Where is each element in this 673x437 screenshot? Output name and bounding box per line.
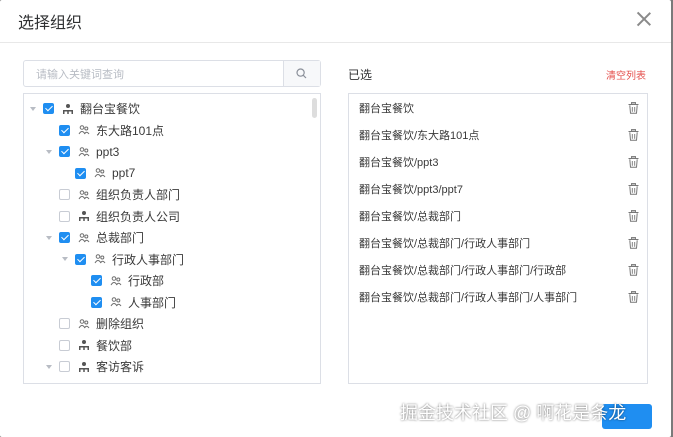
tree-node-label: 人事部门 (128, 295, 177, 310)
tree-node[interactable]: 删除组织 (46, 313, 144, 334)
dialog-header: 选择组织 (0, 0, 671, 43)
trash-icon[interactable] (628, 129, 639, 141)
expand-arrow-icon[interactable] (30, 106, 36, 111)
people-icon (110, 296, 122, 308)
org-tree-icon (78, 361, 90, 373)
selected-item-path: 翻台宝餐饮/总裁部门/行政人事部门/行政部 (359, 265, 567, 277)
tree-node-checkbox[interactable] (75, 167, 86, 179)
tree-node[interactable]: 行政人事部门 (62, 249, 184, 270)
selected-item-path: 翻台宝餐饮/总裁部门 (359, 211, 462, 223)
tree-node-label: 行政人事部门 (112, 252, 185, 267)
tree-node-checkbox[interactable] (59, 318, 70, 329)
trash-icon[interactable] (628, 291, 639, 303)
tree-node[interactable]: 总裁部门 (46, 227, 144, 248)
trash-icon[interactable] (628, 210, 639, 222)
search-button[interactable] (283, 61, 320, 86)
tree-node[interactable]: ppt3 (46, 141, 119, 162)
selected-item: 翻台宝餐饮/ppt3/ppt7 (359, 179, 639, 199)
people-icon (78, 189, 90, 201)
tree-node[interactable]: 组织负责人部门 (46, 184, 180, 205)
selected-item: 翻台宝餐饮/总裁部门/行政人事部门/人事部门 (359, 287, 639, 307)
selected-item-path: 翻台宝餐饮/ppt3 (359, 157, 439, 169)
people-icon (78, 146, 90, 158)
tree-node-checkbox[interactable] (59, 232, 70, 243)
tree-node-checkbox[interactable] (91, 296, 102, 308)
tree-node-checkbox[interactable] (59, 124, 70, 136)
tree-node-checkbox[interactable] (59, 339, 70, 351)
dialog-title: 选择组织 (18, 15, 83, 32)
tree-node-checkbox[interactable] (59, 361, 70, 372)
search-input[interactable] (34, 65, 278, 85)
selected-item: 翻台宝餐饮/ppt3 (359, 152, 639, 172)
tree-node-label: 餐饮部 (96, 338, 133, 353)
tree-node-label: 删除组织 (96, 317, 145, 331)
tree-node-label: 翻台宝餐饮 (80, 102, 141, 116)
expand-arrow-icon[interactable] (46, 149, 52, 154)
people-icon (94, 253, 106, 265)
tree-node-checkbox[interactable] (59, 146, 70, 157)
people-icon (78, 232, 90, 244)
tree-node-label: 组织负责人部门 (96, 188, 181, 202)
tree-node[interactable]: 翻台宝餐饮 (30, 98, 140, 119)
search-icon (296, 68, 307, 79)
expand-arrow-icon[interactable] (62, 257, 68, 261)
selected-item-path: 翻台宝餐饮 (359, 103, 414, 115)
tree-node-label: 行政部 (128, 274, 165, 288)
people-icon (110, 275, 122, 287)
close-icon[interactable] (635, 10, 653, 28)
selected-item: 翻台宝餐饮/总裁部门/行政人事部门 (359, 233, 639, 253)
tree-node[interactable]: 人事部门 (78, 292, 176, 313)
selected-item-path: 翻台宝餐饮/总裁部门/行政人事部门 (359, 238, 531, 250)
tree-node-checkbox[interactable] (59, 189, 70, 200)
tree-node-label: 东大路101点 (96, 123, 165, 138)
expand-arrow-icon[interactable] (46, 364, 52, 369)
trash-icon[interactable] (628, 102, 639, 114)
selected-item-path: 翻台宝餐饮/ppt3/ppt7 (359, 184, 463, 196)
clear-list-link[interactable]: 清空列表 (606, 67, 646, 82)
tree-node-checkbox[interactable] (75, 253, 86, 265)
org-tree-icon (78, 339, 90, 351)
org-tree-icon (62, 103, 74, 115)
tree-node-checkbox[interactable] (43, 103, 54, 114)
selected-item-path: 翻台宝餐饮/东大路101点 (359, 130, 480, 142)
org-tree-icon (78, 210, 90, 222)
select-organization-dialog: 选择组织 翻台宝餐饮东大路101点 ppt3 ppt7 组织负责人部门组织负责人公司总… (0, 0, 671, 437)
tree-node[interactable]: 行政部 (78, 270, 164, 291)
tree-node[interactable]: ppt7 (62, 163, 135, 184)
tree-node-checkbox[interactable] (91, 275, 102, 286)
tree-node-checkbox[interactable] (59, 210, 70, 222)
trash-icon[interactable] (628, 156, 639, 168)
tree-node[interactable]: 东大路101点 (46, 120, 164, 141)
people-icon (94, 167, 106, 179)
tree-node[interactable]: 客访客诉 (46, 356, 144, 377)
tree-scrollbar[interactable] (312, 98, 317, 118)
search-box (23, 60, 321, 87)
trash-icon[interactable] (628, 264, 639, 276)
tree-node-label: 总裁部门 (96, 231, 145, 245)
expand-arrow-icon[interactable] (46, 235, 52, 240)
tree-node-label: ppt3 (96, 144, 120, 159)
selected-item: 翻台宝餐饮/东大路101点 (359, 125, 639, 145)
selected-item: 翻台宝餐饮 (359, 98, 639, 118)
tree-node-label: 客访客诉 (96, 360, 145, 374)
selected-item-path: 翻台宝餐饮/总裁部门/行政人事部门/人事部门 (359, 292, 578, 304)
tree-node[interactable]: 组织负责人公司 (46, 206, 180, 227)
tree-node-label: 组织负责人公司 (96, 209, 181, 224)
tree-node-label: ppt7 (112, 166, 136, 180)
trash-icon[interactable] (628, 237, 639, 249)
selected-item: 翻台宝餐饮/总裁部门 (359, 206, 639, 226)
watermark: 掘金技术社区 @ 啊花是条龙 (400, 403, 627, 423)
tree-node[interactable]: 餐饮部 (46, 335, 132, 356)
trash-icon[interactable] (628, 183, 639, 195)
people-icon (78, 124, 90, 136)
selected-label: 已选 (348, 68, 373, 82)
people-icon (78, 318, 90, 330)
selected-item: 翻台宝餐饮/总裁部门/行政人事部门/行政部 (359, 260, 639, 280)
selected-list: 翻台宝餐饮翻台宝餐饮/东大路101点 翻台宝餐饮/ppt3 翻台宝餐饮/ppt3/p… (348, 93, 648, 384)
organization-tree: 翻台宝餐饮东大路101点 ppt3 ppt7 组织负责人部门 组织负责人公司 总裁部门行政… (23, 93, 321, 384)
